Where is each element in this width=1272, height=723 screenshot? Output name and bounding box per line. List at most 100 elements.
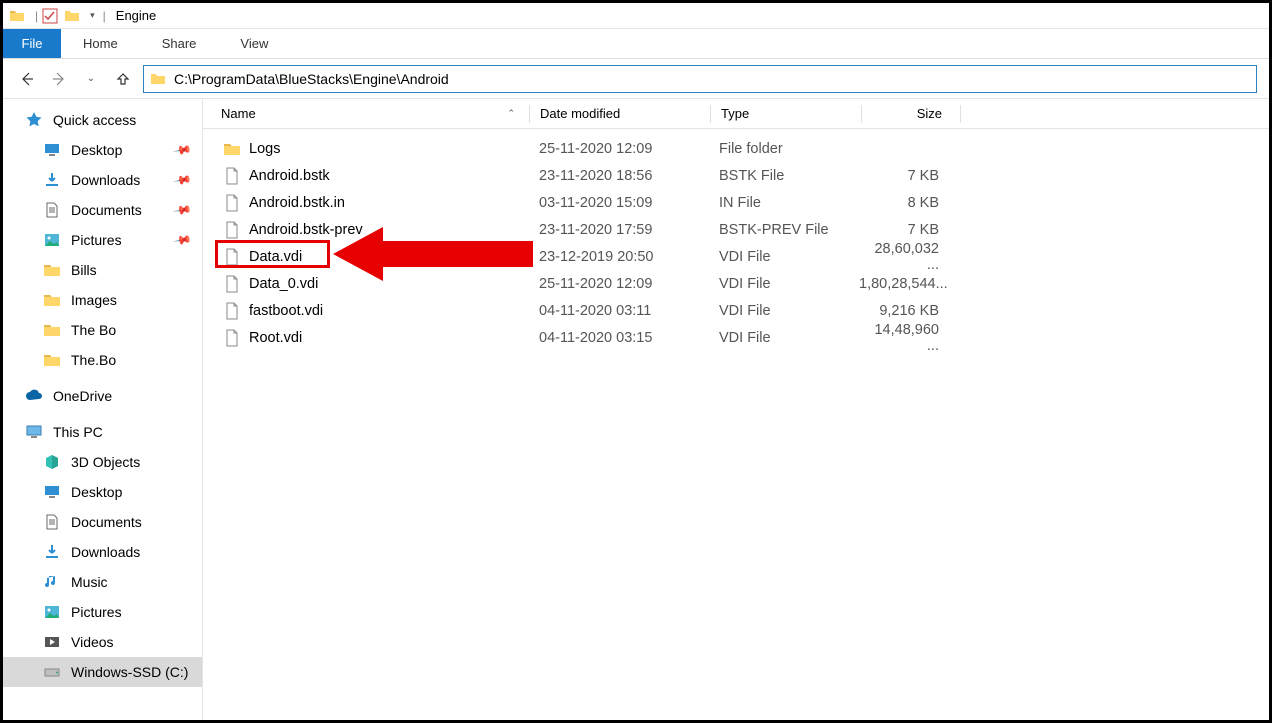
sidebar-item-label: Pictures	[71, 604, 122, 620]
drive-icon	[43, 663, 61, 681]
sidebar-item[interactable]: Music	[3, 567, 202, 597]
file-size: 9,216 KB	[859, 303, 957, 319]
file-date: 23-11-2020 17:59	[529, 222, 709, 238]
file-date: 25-11-2020 12:09	[529, 141, 709, 157]
file-name: Logs	[249, 141, 280, 157]
sidebar-item[interactable]: Videos	[3, 627, 202, 657]
file-size: 8 KB	[859, 195, 957, 211]
file-row[interactable]: fastboot.vdi04-11-2020 03:11VDI File9,21…	[203, 297, 1269, 324]
file-row[interactable]: Logs25-11-2020 12:09File folder	[203, 135, 1269, 162]
column-header-size[interactable]: Size	[862, 106, 960, 121]
sidebar-this-pc[interactable]: This PC	[3, 417, 202, 447]
ribbon-tabs: File Home Share View	[3, 29, 1269, 59]
file-row[interactable]: Root.vdi04-11-2020 03:15VDI File14,48,96…	[203, 324, 1269, 351]
sidebar-item[interactable]: Documents📌	[3, 195, 202, 225]
file-date: 23-11-2020 18:56	[529, 168, 709, 184]
folder-icon	[150, 71, 166, 87]
pin-icon: 📌	[172, 140, 192, 160]
downloads-icon	[43, 543, 61, 561]
file-name: Data_0.vdi	[249, 276, 318, 292]
up-button[interactable]	[111, 67, 135, 91]
documents-icon	[43, 513, 61, 531]
sidebar-onedrive[interactable]: OneDrive	[3, 381, 202, 411]
star-icon	[25, 111, 43, 129]
sidebar-item[interactable]: Downloads	[3, 537, 202, 567]
sidebar-item[interactable]: Pictures	[3, 597, 202, 627]
pin-icon: 📌	[172, 230, 192, 250]
sidebar-item-label: Bills	[71, 262, 97, 278]
sidebar-item-label: The Bo	[71, 322, 116, 338]
window-title: Engine	[116, 8, 156, 23]
column-header-name[interactable]: Name ⌃	[203, 106, 529, 121]
sidebar-item[interactable]: Pictures📌	[3, 225, 202, 255]
ribbon-tab-share[interactable]: Share	[140, 29, 219, 58]
sidebar-item[interactable]: Images	[3, 285, 202, 315]
file-icon	[223, 329, 241, 347]
file-type: BSTK-PREV File	[709, 222, 859, 238]
file-row[interactable]: Android.bstk23-11-2020 18:56BSTK File7 K…	[203, 162, 1269, 189]
file-name: Android.bstk.in	[249, 195, 345, 211]
file-type: VDI File	[709, 276, 859, 292]
sidebar-quick-access[interactable]: Quick access	[3, 105, 202, 135]
file-name: Data.vdi	[249, 249, 302, 265]
file-date: 25-11-2020 12:09	[529, 276, 709, 292]
file-rows: Logs25-11-2020 12:09File folderAndroid.b…	[203, 129, 1269, 351]
sidebar-item[interactable]: Bills	[3, 255, 202, 285]
address-bar[interactable]: C:\ProgramData\BlueStacks\Engine\Android	[143, 65, 1257, 93]
videos-icon	[43, 633, 61, 651]
file-type: BSTK File	[709, 168, 859, 184]
file-type: VDI File	[709, 249, 859, 265]
sidebar-item-label: Music	[71, 574, 108, 590]
sidebar-item[interactable]: Downloads📌	[3, 165, 202, 195]
column-header-type[interactable]: Type	[711, 106, 861, 121]
ribbon-tab-file[interactable]: File	[3, 29, 61, 58]
file-row[interactable]: Android.bstk.in03-11-2020 15:09IN File8 …	[203, 189, 1269, 216]
pc-icon	[25, 423, 43, 441]
sidebar-item-label: Documents	[71, 202, 142, 218]
sidebar-item[interactable]: The Bo	[3, 315, 202, 345]
sidebar-item-label: Windows-SSD (C:)	[71, 664, 188, 680]
ribbon-tab-view[interactable]: View	[218, 29, 290, 58]
file-row[interactable]: Data.vdi23-12-2019 20:50VDI File28,60,03…	[203, 243, 1269, 270]
sidebar-item[interactable]: Documents	[3, 507, 202, 537]
sidebar-item[interactable]: Desktop	[3, 477, 202, 507]
sidebar-item-label: Documents	[71, 514, 142, 530]
column-header-date[interactable]: Date modified	[530, 106, 710, 121]
pictures-icon	[43, 603, 61, 621]
file-name: Android.bstk-prev	[249, 222, 363, 238]
pictures-icon	[43, 231, 61, 249]
sidebar-item[interactable]: 3D Objects	[3, 447, 202, 477]
file-date: 04-11-2020 03:15	[529, 330, 709, 346]
file-row[interactable]: Data_0.vdi25-11-2020 12:09VDI File1,80,2…	[203, 270, 1269, 297]
file-size: 7 KB	[859, 222, 957, 238]
file-size: 7 KB	[859, 168, 957, 184]
file-size: 28,60,032 ...	[859, 241, 957, 273]
folder-icon	[43, 291, 61, 309]
sidebar-item-label: Downloads	[71, 544, 140, 560]
sidebar-item[interactable]: The.Bo	[3, 345, 202, 375]
file-type: IN File	[709, 195, 859, 211]
folder-icon	[43, 351, 61, 369]
column-headers: Name ⌃ Date modified Type Size	[203, 99, 1269, 129]
file-row[interactable]: Android.bstk-prev 23-11-2020 17:59BSTK-PR…	[203, 216, 1269, 243]
folder-icon	[9, 8, 25, 24]
file-type: VDI File	[709, 303, 859, 319]
sidebar-item[interactable]: Desktop📌	[3, 135, 202, 165]
ribbon-tab-home[interactable]: Home	[61, 29, 140, 58]
titlebar-dropdown-icon[interactable]: ▾	[90, 10, 95, 21]
window-titlebar: | ▾ | Engine	[3, 3, 1269, 29]
back-button[interactable]	[15, 67, 39, 91]
forward-button[interactable]	[47, 67, 71, 91]
navigation-bar: ⌄ C:\ProgramData\BlueStacks\Engine\Andro…	[3, 59, 1269, 99]
file-list-pane: Name ⌃ Date modified Type Size Logs 25-11…	[203, 99, 1269, 720]
recent-locations-button[interactable]: ⌄	[79, 67, 103, 91]
file-icon	[223, 194, 241, 212]
objects3d-icon	[43, 453, 61, 471]
sidebar-item[interactable]: Windows-SSD (C:)	[3, 657, 202, 687]
music-icon	[43, 573, 61, 591]
file-icon	[223, 275, 241, 293]
folder-icon	[64, 8, 80, 24]
desktop-icon	[43, 483, 61, 501]
downloads-icon	[43, 171, 61, 189]
file-name: fastboot.vdi	[249, 303, 323, 319]
